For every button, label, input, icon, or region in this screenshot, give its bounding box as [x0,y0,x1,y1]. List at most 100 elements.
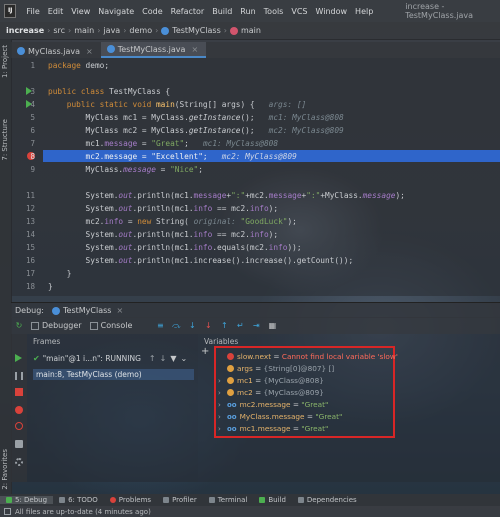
tab-build[interactable]: Build [253,496,292,504]
variable-row[interactable]: slow.next = Cannot find local variable '… [218,351,398,362]
menu-file[interactable]: File [22,7,43,16]
console-icon [89,321,98,330]
tab-myclass[interactable]: MyClass.java × [11,44,101,58]
menu-run[interactable]: Run [236,7,259,16]
code-line: System.out.println(mc1.info == mc2.info)… [48,204,279,213]
code-line: public static void main(String[] args) {… [66,100,307,109]
menu-code[interactable]: Code [138,7,166,16]
show-execution-point-icon[interactable]: ≡ [155,321,165,331]
camera-icon[interactable] [15,440,23,448]
watch-icon: oo [227,424,237,433]
mute-breakpoints-icon[interactable] [15,422,23,430]
code-line: mc1.message = "Great"; mc1: MyClass@808 [48,139,279,148]
stack-frame-row[interactable]: main:8, TestMyClass (demo) [33,369,194,380]
chevron-down-icon[interactable]: ⌄ [180,354,187,363]
chevron-right-icon[interactable]: › [218,413,225,421]
variable-value: "Great" [301,400,329,409]
problems-icon [109,497,116,503]
tab-debug[interactable]: 5: Debug [0,496,54,504]
menu-view[interactable]: View [67,7,94,16]
breadcrumb-src[interactable]: src [50,26,68,35]
variable-value: "Great" [315,412,343,421]
tab-dependencies[interactable]: Dependencies [292,496,363,504]
breadcrumb-main[interactable]: main [71,26,97,35]
variable-row[interactable]: › oo MyClass.message = "Great" [218,411,342,422]
breadcrumb-java[interactable]: java [100,26,123,35]
variable-row[interactable]: args = {String[0]@807} [] [218,363,334,374]
line-number: 5 [30,113,35,122]
close-icon[interactable]: × [86,47,93,56]
menu-navigate[interactable]: Navigate [94,7,138,16]
breadcrumb-method[interactable]: main [227,26,264,35]
breadcrumb-demo[interactable]: demo [126,26,155,35]
project-tool-tab[interactable]: 1: Project [1,45,9,78]
step-into-icon[interactable]: ↓ [187,321,197,331]
rerun-icon[interactable]: ↻ [14,321,24,331]
menu-vcs[interactable]: VCS [287,7,311,16]
thread-up-icon[interactable]: ↑ [149,354,156,363]
stop-icon[interactable] [15,388,23,396]
tab-terminal[interactable]: Terminal [203,496,254,504]
tab-problems-label: Problems [118,496,152,504]
chevron-right-icon[interactable]: › [218,425,225,433]
chevron-right-icon[interactable]: › [218,377,225,385]
variable-row[interactable]: › oo mc2.message = "Great" [218,399,328,410]
favorites-tool-tab[interactable]: 2: Favorites [1,449,9,490]
class-icon [17,47,25,55]
step-out-icon[interactable]: ↑ [219,321,229,331]
tab-profiler[interactable]: Profiler [157,496,203,504]
variables-pane: Variables + slow.next = Cannot find loca… [198,334,500,482]
menu-window[interactable]: Window [312,7,352,16]
variable-row[interactable]: › mc1 = {MyClass@808} [218,375,324,386]
editor-tabs: MyClass.java × TestMyClass.java × [11,42,500,58]
close-icon[interactable]: × [116,306,123,315]
view-breakpoints-icon[interactable] [15,406,23,414]
chevron-right-icon[interactable]: › [218,401,225,409]
console-tab[interactable]: Console [86,321,137,330]
breadcrumb-project[interactable]: increase [0,26,47,35]
new-watch-icon[interactable]: + [201,346,209,357]
watch-icon: oo [227,412,237,421]
variable-row[interactable]: › oo mc1.message = "Great" [218,423,328,434]
debugger-tab[interactable]: Debugger [27,321,86,330]
todo-icon [59,497,66,503]
debug-config-label: TestMyClass [63,306,112,315]
variable-name: slow.next [237,352,272,361]
thread-down-icon[interactable]: ↓ [160,354,167,363]
filter-icon[interactable]: ▼ [170,354,176,363]
tab-todo-label: 6: TODO [68,496,98,504]
run-to-cursor-icon[interactable]: ⇥ [251,321,261,331]
resume-icon[interactable] [15,354,22,362]
line-number: 18 [25,282,35,291]
variable-row[interactable]: › mc2 = {MyClass@809} [218,387,324,398]
tab-terminal-label: Terminal [217,496,248,504]
class-icon [161,26,170,35]
menu-refactor[interactable]: Refactor [167,7,209,16]
tab-build-label: Build [268,496,286,504]
menu-edit[interactable]: Edit [44,7,68,16]
thread-selector[interactable]: ✔ "main"@1 i...n": RUNNING ↑ ↓ ▼ ⌄ [27,351,198,365]
variable-value: {MyClass@808} [263,376,324,385]
debug-label: Debug: [15,306,45,315]
code-editor[interactable]: 1 package demo; 3 public class TestMyCla… [11,58,500,296]
tab-problems[interactable]: Problems [104,496,157,504]
line-number: 11 [25,191,35,200]
structure-tool-tab[interactable]: 7: Structure [1,119,9,161]
tab-testmyclass[interactable]: TestMyClass.java × [100,42,207,58]
tab-debug-label: 5: Debug [15,496,48,504]
evaluate-expression-icon[interactable]: ▦ [267,321,277,331]
line-number: 7 [30,139,35,148]
menu-help[interactable]: Help [351,7,377,16]
debug-config-tab[interactable]: TestMyClass × [48,306,127,315]
gear-icon[interactable] [15,458,23,466]
menu-tools[interactable]: Tools [260,7,288,16]
breadcrumb-class[interactable]: TestMyClass [158,26,223,35]
close-icon[interactable]: × [191,45,198,54]
tab-todo[interactable]: 6: TODO [53,496,104,504]
menu-build[interactable]: Build [208,7,236,16]
force-step-into-icon[interactable]: ↓ [203,321,213,331]
chevron-right-icon[interactable]: › [218,389,225,397]
step-over-icon[interactable]: ⤼ [171,321,181,331]
pause-icon[interactable] [15,372,23,380]
drop-frame-icon[interactable]: ↵ [235,321,245,331]
